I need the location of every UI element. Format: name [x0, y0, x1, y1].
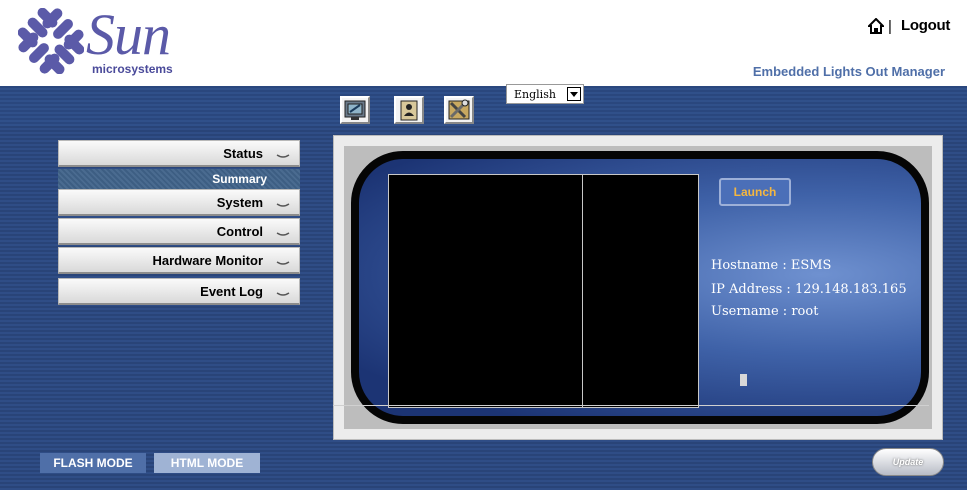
curved-arrow-icon [276, 261, 290, 265]
tab-user-management[interactable] [394, 96, 424, 124]
menu-item-control[interactable]: Control [58, 218, 300, 245]
menu-item-hardware-monitor[interactable]: Hardware Monitor [58, 247, 300, 274]
menu-label: Hardware Monitor [152, 253, 263, 268]
tab-configuration[interactable] [444, 96, 474, 124]
curved-arrow-icon [276, 232, 290, 236]
tab-remote-console[interactable] [340, 96, 370, 124]
menu-item-summary[interactable]: Summary [58, 169, 300, 189]
menu-label: Status [223, 146, 263, 161]
header: Sun microsystems | Logout Embedded Light… [0, 0, 967, 86]
configuration-tools-icon [448, 99, 470, 120]
menu-item-system[interactable]: System [58, 189, 300, 216]
update-button[interactable]: Update [872, 448, 944, 476]
product-name: Embedded Lights Out Manager [752, 64, 945, 79]
menu-label: Summary [212, 172, 267, 186]
menu-label: Control [216, 224, 263, 239]
video-preview[interactable] [388, 174, 699, 408]
username-text: Username : root [711, 304, 819, 319]
logout-link[interactable]: Logout [901, 17, 950, 34]
language-select[interactable]: English [506, 84, 584, 104]
ip-address-text: IP Address : 129.148.183.165 [711, 282, 907, 297]
sun-logo-icon [18, 8, 84, 74]
logo-wordmark: Sun [86, 2, 171, 67]
menu-label: Event Log [200, 284, 263, 299]
remote-console-icon [344, 100, 366, 120]
menu-label: System [216, 195, 263, 210]
logo-subtitle: microsystems [92, 62, 173, 76]
toolbar-band [0, 86, 967, 126]
header-separator: | [888, 18, 892, 35]
language-value: English [514, 88, 556, 101]
flash-mode-button[interactable]: FLASH MODE [40, 453, 146, 473]
menu-item-event-log[interactable]: Event Log [58, 278, 300, 305]
html-mode-button[interactable]: HTML MODE [154, 453, 260, 473]
curved-arrow-icon [276, 154, 290, 158]
curved-arrow-icon [276, 292, 290, 296]
curved-arrow-icon [276, 203, 290, 207]
user-management-icon [400, 100, 418, 121]
divider-line [333, 405, 929, 406]
video-divider [582, 175, 583, 407]
chevron-down-icon[interactable] [567, 87, 581, 101]
home-icon[interactable] [868, 18, 884, 34]
text-cursor [740, 374, 747, 386]
menu-item-status[interactable]: Status [58, 140, 300, 167]
launch-button[interactable]: Launch [719, 178, 791, 206]
hostname-text: Hostname : ESMS [711, 258, 832, 273]
